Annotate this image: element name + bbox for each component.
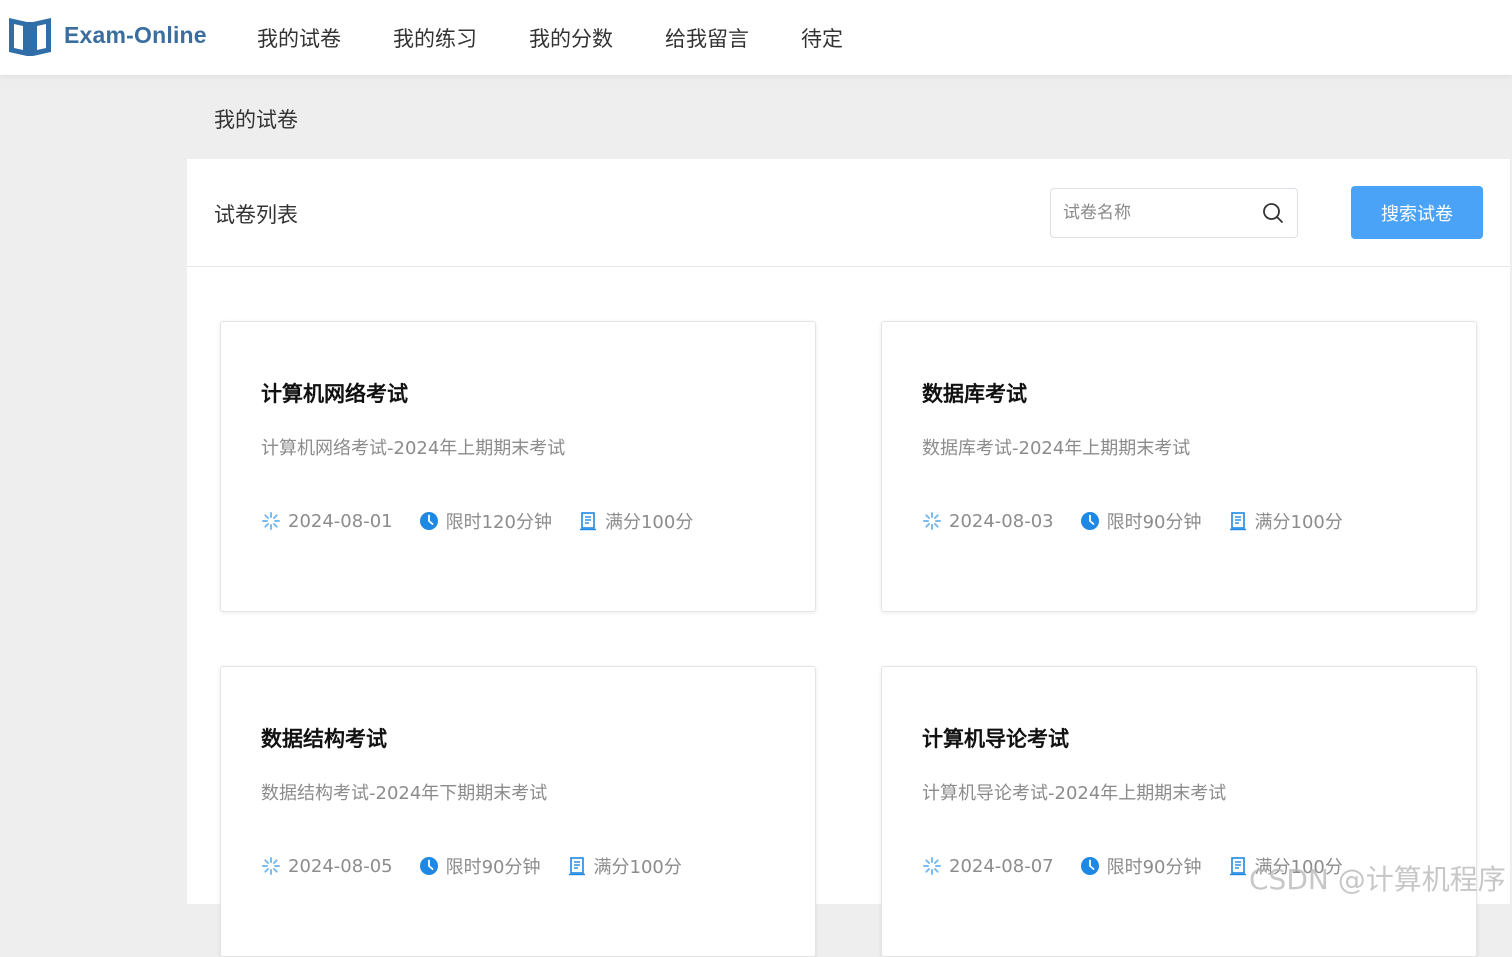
exam-score-text: 满分100分 <box>1254 857 1343 878</box>
exam-score: 满分100分 <box>1228 508 1343 534</box>
exam-date: 2024-08-01 <box>261 511 393 532</box>
search-icon[interactable] <box>1261 201 1285 225</box>
loading-dots-icon <box>262 857 280 875</box>
exam-duration: 限时90分钟 <box>1080 853 1202 879</box>
nav-my-papers[interactable]: 我的试卷 <box>231 23 367 53</box>
main-nav: 我的试卷 我的练习 我的分数 给我留言 待定 <box>231 0 869 75</box>
exam-duration-text: 限时90分钟 <box>1106 857 1202 878</box>
exam-title: 数据库考试 <box>922 382 1027 406</box>
exam-meta: 2024-08-05 限时90分钟 满分100分 <box>261 853 682 879</box>
exam-title: 数据结构考试 <box>261 727 387 751</box>
exam-card[interactable]: 数据库考试 数据库考试-2024年上期期末考试 2024-08-03 限时90分… <box>881 321 1477 612</box>
panel-title: 试卷列表 <box>214 203 298 227</box>
exam-date-text: 2024-08-07 <box>949 855 1054 877</box>
exam-meta: 2024-08-03 限时90分钟 满分100分 <box>922 508 1343 534</box>
nav-my-practice[interactable]: 我的练习 <box>367 23 503 53</box>
clock-icon <box>1080 857 1099 875</box>
exam-duration-text: 限时90分钟 <box>1106 512 1202 533</box>
search-papers-button[interactable]: 搜索试卷 <box>1351 186 1483 239</box>
search-input[interactable] <box>1063 189 1259 237</box>
document-icon <box>1229 512 1246 531</box>
logo[interactable]: Exam-Online <box>6 11 207 59</box>
exam-date-text: 2024-08-05 <box>288 855 393 877</box>
loading-dots-icon <box>262 512 280 530</box>
exam-date: 2024-08-07 <box>922 856 1054 877</box>
exam-title: 计算机网络考试 <box>261 382 408 406</box>
exam-score-text: 满分100分 <box>593 857 682 878</box>
document-icon <box>1229 857 1246 876</box>
exam-description: 数据库考试-2024年上期期末考试 <box>922 438 1191 459</box>
exam-description: 计算机导论考试-2024年上期期末考试 <box>922 783 1227 804</box>
exam-score: 满分100分 <box>1228 853 1343 879</box>
exam-duration: 限时120分钟 <box>419 508 552 534</box>
exam-card[interactable]: 计算机导论考试 计算机导论考试-2024年上期期末考试 2024-08-07 限… <box>881 666 1477 957</box>
nav-my-scores[interactable]: 我的分数 <box>503 23 639 53</box>
loading-dots-icon <box>923 857 941 875</box>
exam-meta: 2024-08-07 限时90分钟 满分100分 <box>922 853 1343 879</box>
exam-description: 数据结构考试-2024年下期期末考试 <box>261 783 548 804</box>
exam-description: 计算机网络考试-2024年上期期末考试 <box>261 438 566 459</box>
panel-header: 试卷列表 搜索试卷 <box>187 159 1510 267</box>
exam-score-text: 满分100分 <box>1254 512 1343 533</box>
exam-title: 计算机导论考试 <box>922 727 1069 751</box>
nav-pending[interactable]: 待定 <box>775 23 869 53</box>
exam-duration: 限时90分钟 <box>1080 508 1202 534</box>
exam-duration-text: 限时120分钟 <box>445 512 552 533</box>
open-book-icon <box>9 18 51 56</box>
clock-icon <box>419 512 438 530</box>
exam-duration-text: 限时90分钟 <box>445 857 541 878</box>
exam-date: 2024-08-03 <box>922 511 1054 532</box>
exam-meta: 2024-08-01 限时120分钟 满分100分 <box>261 508 693 534</box>
exam-score-text: 满分100分 <box>604 512 694 533</box>
exam-card[interactable]: 计算机网络考试 计算机网络考试-2024年上期期末考试 2024-08-01 限… <box>220 321 816 612</box>
exam-card[interactable]: 数据结构考试 数据结构考试-2024年下期期末考试 2024-08-05 限时9… <box>220 666 816 957</box>
logo-text: Exam-Online <box>64 21 207 48</box>
exam-score: 满分100分 <box>578 508 693 534</box>
page-title: 我的试卷 <box>214 108 298 132</box>
exam-score: 满分100分 <box>567 853 682 879</box>
exam-duration: 限时90分钟 <box>419 853 541 879</box>
loading-dots-icon <box>923 512 941 530</box>
clock-icon <box>419 857 438 875</box>
search-box <box>1050 188 1298 238</box>
document-icon <box>579 512 596 531</box>
clock-icon <box>1080 512 1099 530</box>
document-icon <box>568 857 585 876</box>
top-navbar: Exam-Online 我的试卷 我的练习 我的分数 给我留言 待定 <box>0 0 1512 75</box>
exam-date: 2024-08-05 <box>261 856 393 877</box>
exam-date-text: 2024-08-03 <box>949 510 1054 532</box>
nav-leave-message[interactable]: 给我留言 <box>639 23 775 53</box>
exam-date-text: 2024-08-01 <box>288 510 393 532</box>
